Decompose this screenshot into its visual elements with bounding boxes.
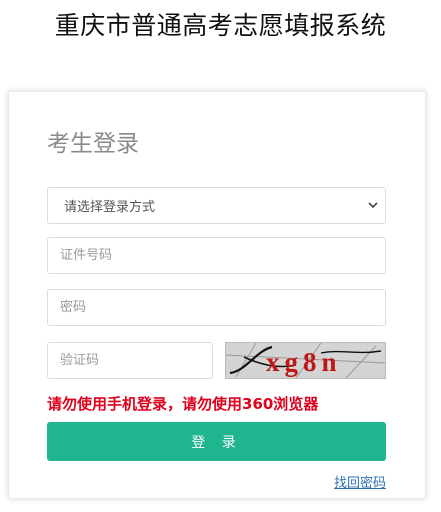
- captcha-image[interactable]: xg8n: [225, 342, 386, 379]
- login-card: 考生登录 请选择登录方式 xg8n 请勿使用手机登录，请勿使用360浏览器 登 …: [8, 91, 426, 499]
- login-button[interactable]: 登 录: [47, 422, 386, 461]
- captcha-text: xg8n: [266, 347, 342, 377]
- login-heading: 考生登录: [47, 131, 139, 157]
- captcha-input[interactable]: [47, 342, 213, 379]
- login-method-selected: 请选择登录方式: [64, 200, 156, 215]
- forgot-password-link[interactable]: 找回密码: [334, 472, 386, 491]
- captcha-graphic: xg8n: [226, 343, 385, 378]
- id-number-input[interactable]: [47, 237, 386, 274]
- password-input[interactable]: [47, 289, 386, 326]
- login-method-select[interactable]: 请选择登录方式: [47, 187, 386, 224]
- page-title: 重庆市普通高考志愿填报系统: [54, 11, 387, 40]
- browser-warning: 请勿使用手机登录，请勿使用360浏览器: [47, 395, 319, 413]
- chevron-down-icon: [368, 202, 378, 209]
